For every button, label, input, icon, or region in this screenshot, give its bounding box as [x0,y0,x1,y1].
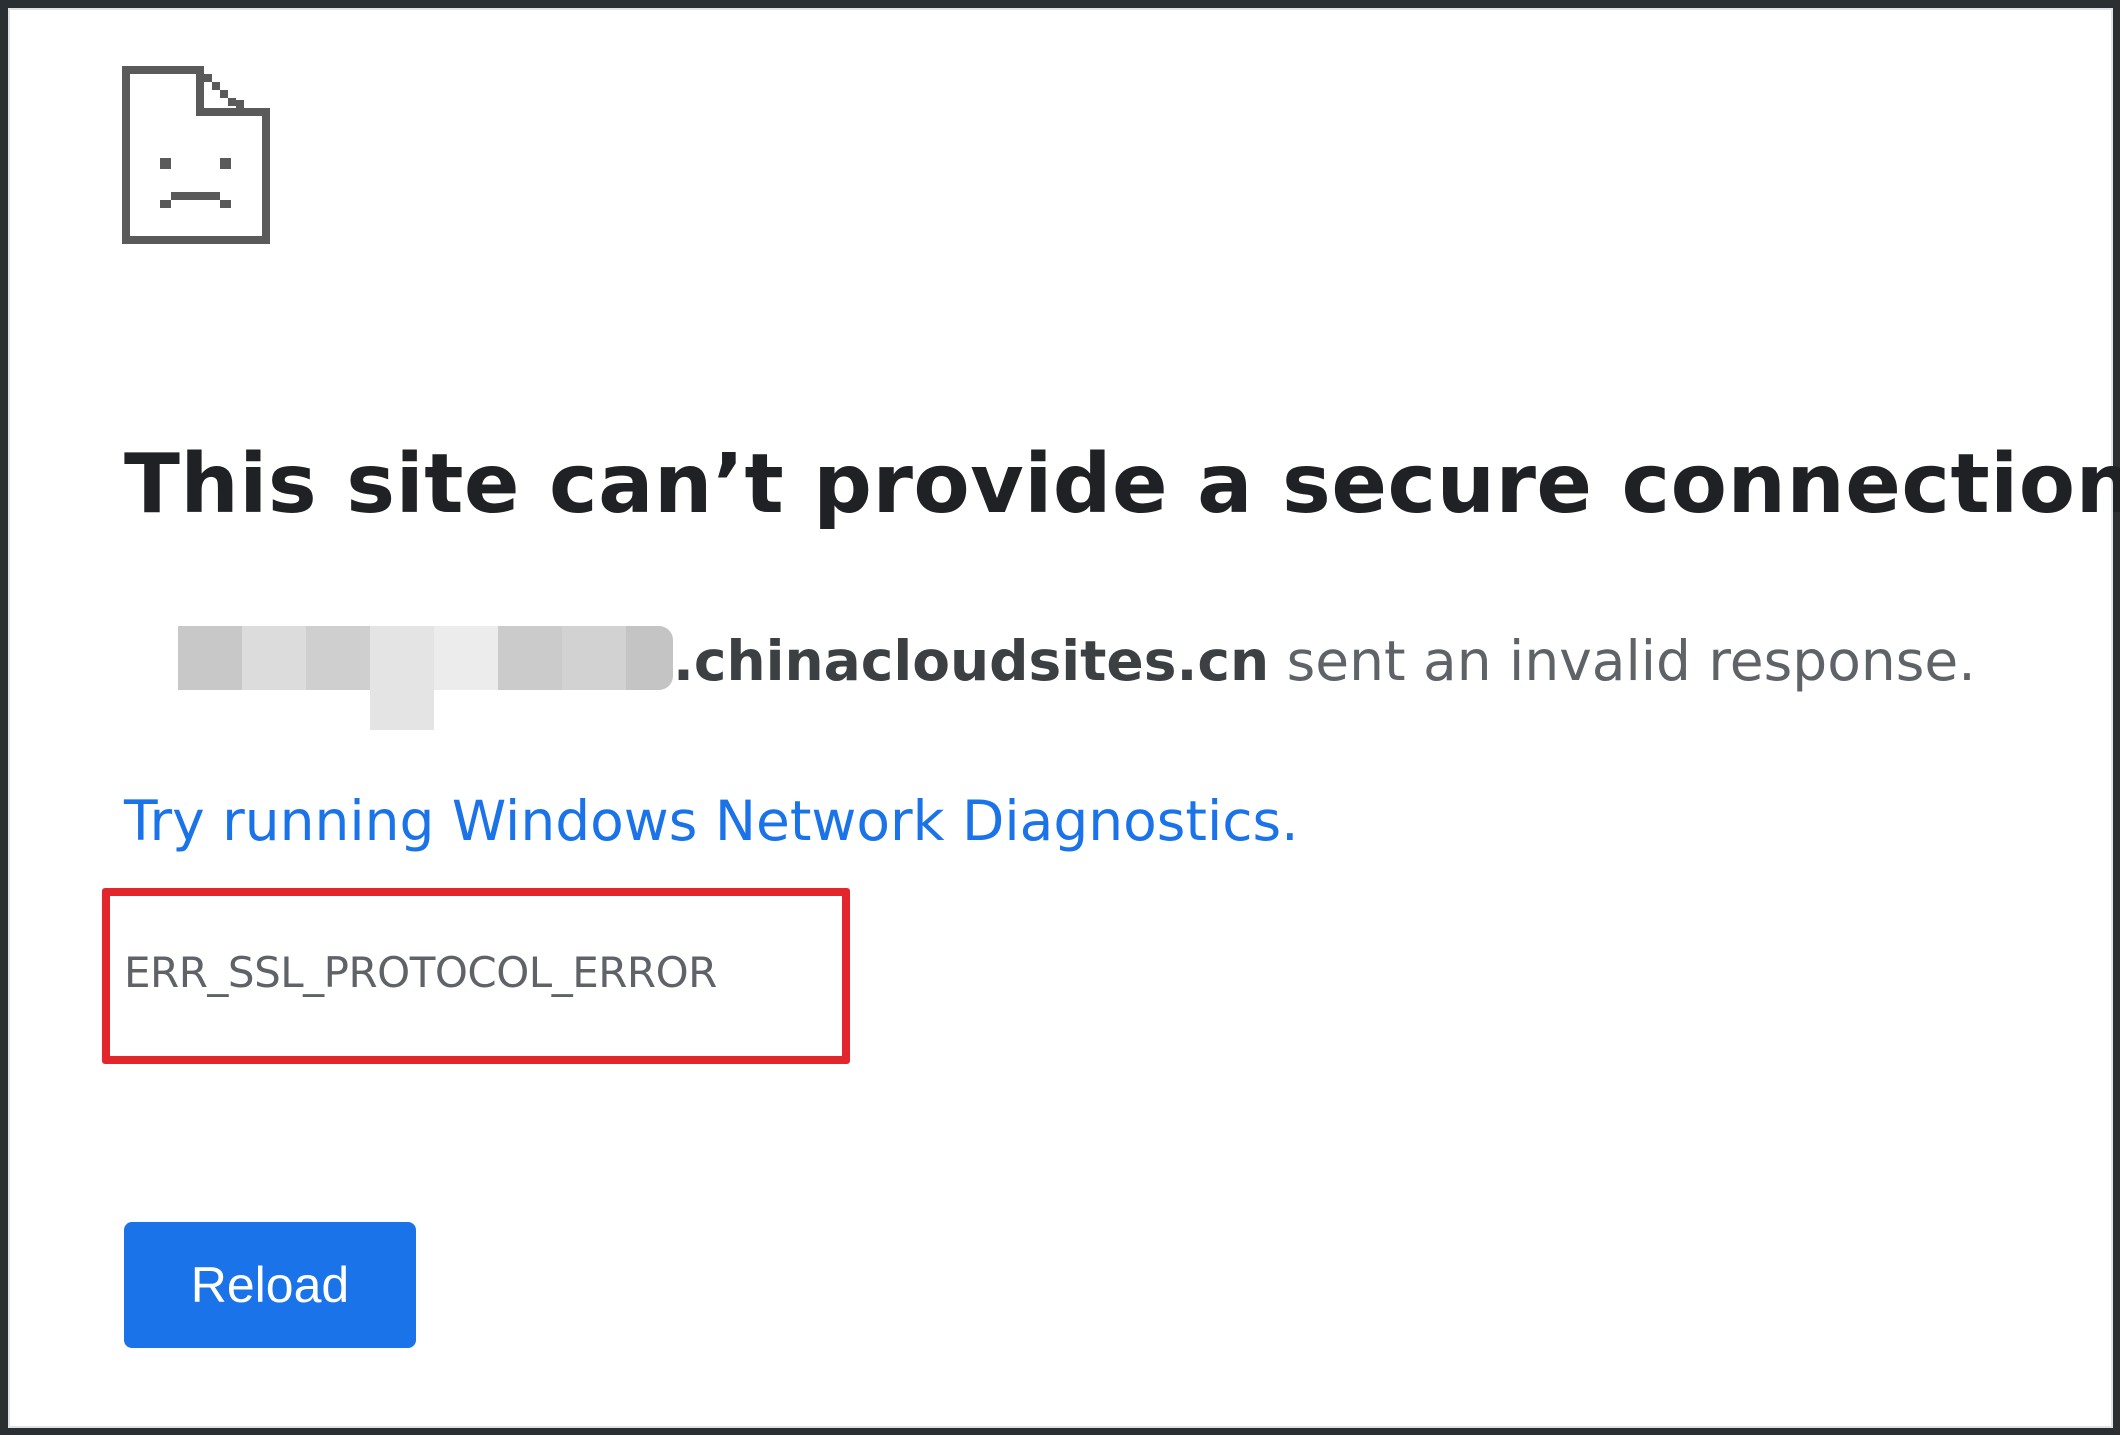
error-code: ERR_SSL_PROTOCOL_ERROR [124,948,717,997]
reload-button[interactable]: Reload [124,1222,416,1348]
response-text: sent an invalid response. [1269,629,1976,693]
sad-page-icon [122,66,270,244]
page-title: This site can’t provide a secure connect… [124,437,2120,532]
network-diagnostics-link[interactable]: Try running Windows Network Diagnostics. [124,785,1299,857]
redacted-hostname [178,626,673,730]
error-page: This site can’t provide a secure connect… [8,8,2120,1428]
hostname-suffix: .chinacloudsites.cn [673,629,1270,693]
error-description: .chinacloudsites.cn sent an invalid resp… [178,625,1976,730]
